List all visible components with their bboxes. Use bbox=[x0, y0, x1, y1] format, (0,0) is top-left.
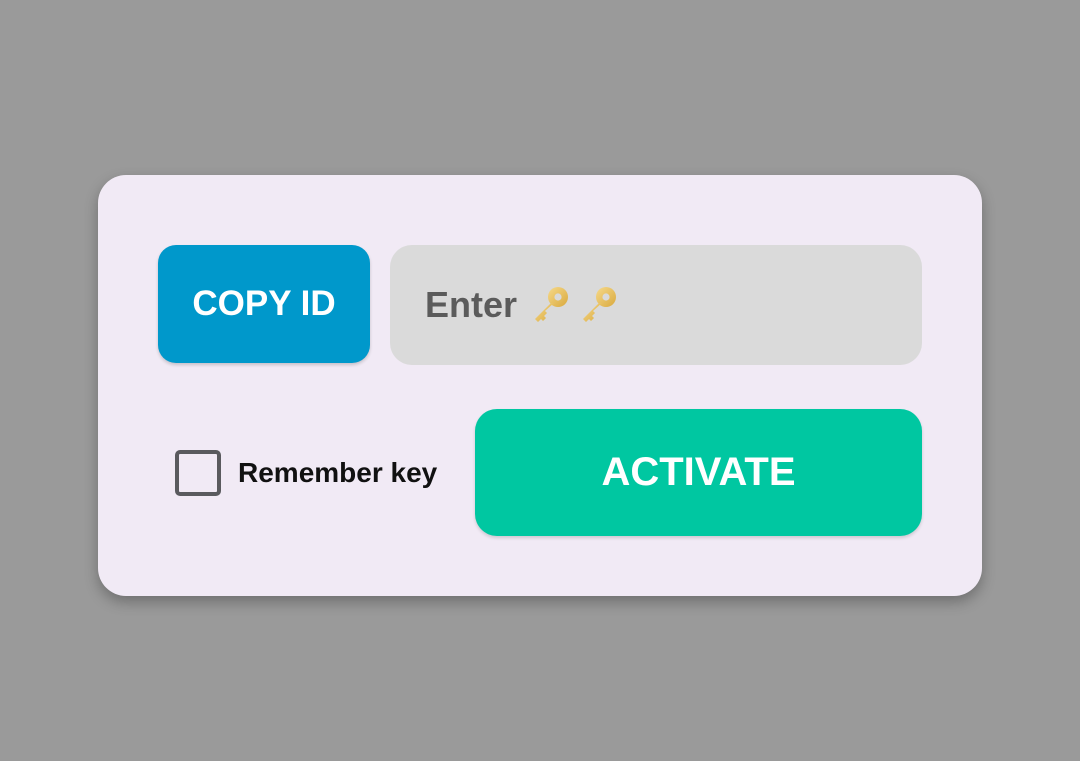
key-input-field[interactable]: Enter bbox=[390, 245, 922, 365]
remember-key-option[interactable]: Remember key bbox=[175, 450, 437, 496]
key-input-placeholder: Enter bbox=[425, 283, 621, 327]
key-icon bbox=[535, 287, 569, 322]
key-icon bbox=[583, 287, 617, 322]
key-input-placeholder-text: Enter bbox=[425, 284, 518, 325]
copy-id-button[interactable]: COPY ID bbox=[158, 245, 370, 363]
activate-button[interactable]: ACTIVATE bbox=[475, 409, 922, 536]
key-icons bbox=[529, 283, 621, 327]
remember-key-checkbox[interactable] bbox=[175, 450, 221, 496]
activation-dialog: COPY ID Enter Remember key ACTIVATE bbox=[98, 175, 982, 596]
remember-key-label: Remember key bbox=[238, 457, 438, 488]
